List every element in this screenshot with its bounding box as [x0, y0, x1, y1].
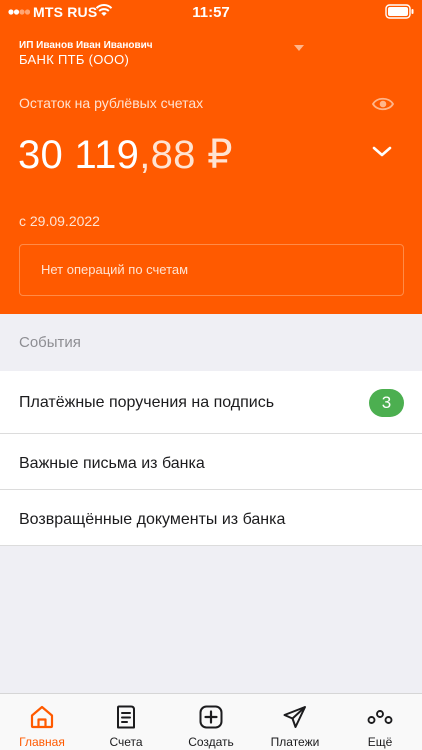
tab-bar: Главная Счета Создать Платежи Ещё	[0, 693, 422, 750]
paper-plane-icon	[283, 706, 306, 728]
company-name[interactable]: ИП Иванов Иван Иванович	[19, 40, 153, 51]
chevron-down-icon[interactable]	[372, 146, 392, 158]
balance-decimals: ,88 ₽	[139, 133, 233, 177]
event-label: Возвращённые документы из банка	[19, 511, 286, 528]
tab-home[interactable]: Главная	[0, 694, 84, 750]
status-bar: MTS RUS 11:57	[0, 0, 422, 24]
tab-label: Ещё	[367, 735, 393, 749]
tab-create[interactable]: Создать	[169, 694, 253, 750]
tab-label: Главная	[19, 735, 65, 749]
tab-label: Счета	[109, 735, 143, 749]
count-badge: 3	[369, 389, 404, 417]
balance-date: с 29.09.2022	[19, 213, 100, 229]
plus-square-icon	[199, 705, 223, 729]
event-label: Важные письма из банка	[19, 455, 205, 472]
eye-icon[interactable]	[372, 95, 394, 113]
more-dots-icon	[367, 710, 393, 724]
bank-name[interactable]: БАНК ПТБ (ООО)	[19, 52, 129, 67]
balance-amount: 30 119,88 ₽	[18, 132, 233, 178]
event-label: Платёжные поручения на подпись	[19, 394, 275, 411]
tab-more[interactable]: Ещё	[338, 694, 422, 750]
tab-accounts[interactable]: Счета	[84, 694, 168, 750]
home-icon	[30, 705, 54, 729]
events-section-title: События	[19, 334, 81, 351]
events-list: Платёжные поручения на подпись 3 Важные …	[0, 371, 422, 546]
tab-label: Платежи	[270, 735, 320, 749]
event-row-bank-letters[interactable]: Важные письма из банка	[0, 434, 422, 490]
status-time: 11:57	[192, 4, 230, 21]
balance-label: Остаток на рублёвых счетах	[19, 95, 204, 111]
balance-integer: 30 119	[18, 133, 140, 177]
event-row-returned-documents[interactable]: Возвращённые документы из банка	[0, 490, 422, 546]
no-operations-box: Нет операций по счетам	[19, 244, 404, 296]
document-icon	[117, 705, 135, 729]
caret-down-icon[interactable]	[293, 44, 305, 52]
tab-label: Создать	[188, 735, 234, 749]
account-header: MTS RUS 11:57 ИП Иванов Иван Иванович БА…	[0, 0, 422, 314]
battery-icon	[385, 4, 414, 19]
tab-payments[interactable]: Платежи	[253, 694, 337, 750]
event-row-payment-orders[interactable]: Платёжные поручения на подпись 3	[0, 371, 422, 434]
